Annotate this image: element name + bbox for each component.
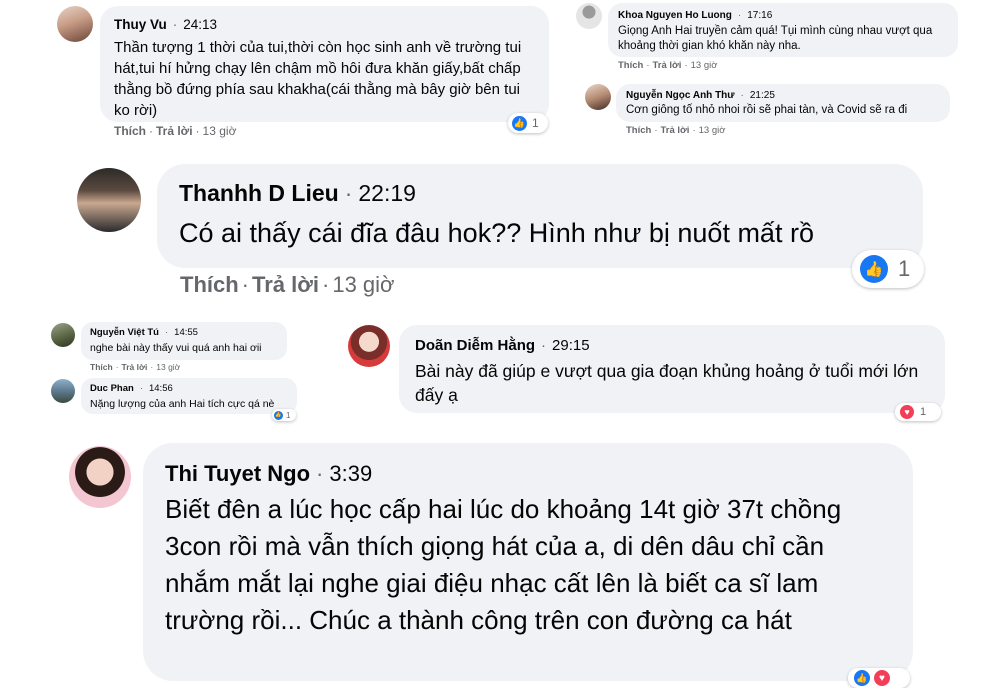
comment-text: Biết đên a lúc học cấp hai lúc do khoảng… (165, 494, 842, 635)
comment-age: 13 giờ (202, 124, 237, 138)
comment-text: nghe bài này thấy vui quá anh hai ơii (90, 342, 262, 354)
reply-link[interactable]: Trả lời (661, 125, 690, 136)
comment-actions: Thích · Trả lời · 13 giờ (626, 125, 726, 136)
comment-author[interactable]: Thi Tuyet Ngo (165, 461, 310, 486)
like-link[interactable]: Thích (90, 362, 113, 372)
comment-bubble: Duc Phan · 14:56 Nặng lượng của anh Hai tí… (81, 378, 297, 414)
reaction-count[interactable]: 👍 1 (272, 409, 296, 421)
thumbs-up-icon: 👍 (274, 410, 283, 420)
comment-time: 3:39 (329, 461, 373, 486)
comment-time: 29:15 (552, 337, 590, 354)
comment-time: 24:13 (183, 17, 218, 32)
heart-icon: ♥ (874, 670, 890, 686)
like-link[interactable]: Thích (618, 60, 643, 71)
separator-dot: · (164, 327, 169, 338)
comment-age: 13 giờ (332, 272, 395, 297)
comment-time: 21:25 (749, 90, 775, 101)
thumbs-up-icon: 👍 (860, 255, 888, 283)
comment-actions: Thích · Trả lời · 13 giờ (180, 272, 395, 297)
comment-time: 14:55 (174, 327, 198, 338)
reaction-count[interactable]: 👍 1 (508, 113, 548, 133)
reply-link[interactable]: Trả lời (252, 272, 319, 297)
comment-author[interactable]: Doãn Diễm Hằng (415, 337, 535, 354)
heart-icon: ♥ (900, 405, 914, 419)
comment-time: 14:56 (148, 383, 173, 394)
reply-link[interactable]: Trả lời (122, 362, 148, 372)
comment-author[interactable]: Thanhh D Lieu (179, 180, 339, 206)
comment-text: Thần tượng 1 thời của tui,thời còn học s… (114, 39, 522, 119)
comment-bubble: Nguyễn Ngọc Anh Thư · 21:25 Cơn giông tố n… (616, 84, 950, 122)
comment-text: Nặng lượng của anh Hai tích cực qá nè (90, 398, 275, 410)
comment-bubble: Thanhh D Lieu · 22:19 Có ai thấy cái đĩa đ… (157, 164, 923, 268)
comment-actions: Thích · Trả lời · 13 giờ (114, 124, 237, 138)
comment-text: Giọng Anh Hai truyền cảm quá! Tụi mình c… (618, 25, 933, 52)
avatar[interactable] (69, 446, 131, 508)
comment-age: 13 giờ (156, 362, 181, 372)
thumbs-up-icon: 👍 (512, 115, 527, 131)
comment-author[interactable]: Nguyễn Việt Tú (90, 327, 159, 338)
comment-author[interactable]: Nguyễn Ngọc Anh Thư (626, 90, 735, 101)
comment-age: 13 giờ (690, 60, 718, 71)
comment-text: Cơn giông tố nhỏ nhoi rồi sẽ phai tàn, v… (626, 104, 908, 116)
separator-dot: · (740, 90, 744, 101)
comment-actions: Thích · Trả lời · 13 giờ (618, 60, 718, 71)
avatar[interactable] (51, 323, 75, 347)
avatar[interactable] (585, 84, 611, 110)
like-link[interactable]: Thích (114, 124, 146, 138)
avatar[interactable] (51, 379, 75, 403)
comment-time: 17:16 (747, 10, 773, 21)
reaction-count[interactable]: 👍 1 (852, 250, 924, 288)
comment-text: Bài này đã giúp e vượt qua gia đoạn khủn… (415, 361, 919, 405)
comment-bubble: Thuy Vu · 24:13 Thần tượng 1 thời của tui,… (100, 6, 549, 122)
comment-time: 22:19 (358, 180, 416, 206)
comment-bubble: Thi Tuyet Ngo · 3:39 Biết đên a lúc học cấ… (143, 443, 913, 681)
like-link[interactable]: Thích (626, 125, 651, 136)
comment-author[interactable]: Duc Phan (90, 383, 134, 394)
separator-dot: · (316, 461, 324, 486)
comment-author[interactable]: Thuy Vu (114, 17, 167, 32)
separator-dot: · (344, 180, 353, 206)
separator-dot: · (737, 10, 742, 21)
comment-author[interactable]: Khoa Nguyen Ho Luong (618, 10, 732, 21)
avatar[interactable] (57, 6, 93, 42)
reaction-icons[interactable]: 👍 ♥ (848, 668, 910, 688)
comment-bubble: Khoa Nguyen Ho Luong · 17:16 Giọng Anh Hai… (608, 3, 958, 57)
reply-link[interactable]: Trả lời (156, 124, 193, 138)
comment-bubble: Doãn Diễm Hằng · 29:15 Bài này đã giúp e v… (399, 325, 945, 413)
avatar[interactable] (77, 168, 141, 232)
separator-dot: · (541, 337, 547, 354)
avatar[interactable] (576, 3, 602, 29)
comment-text: Có ai thấy cái đĩa đâu hok?? Hình như bị… (179, 218, 814, 248)
comment-age: 13 giờ (698, 125, 726, 136)
like-link[interactable]: Thích (180, 272, 239, 297)
comment-bubble: Nguyễn Việt Tú · 14:55 nghe bài này thấy v… (81, 322, 287, 360)
reply-link[interactable]: Trả lời (653, 60, 682, 71)
comment-actions: Thích · Trả lời · 13 giờ (90, 362, 181, 372)
separator-dot: · (139, 383, 143, 394)
reaction-count[interactable]: ♥ 1 (895, 403, 941, 421)
thumbs-up-icon: 👍 (854, 670, 870, 686)
avatar[interactable] (348, 325, 390, 367)
separator-dot: · (172, 17, 178, 32)
